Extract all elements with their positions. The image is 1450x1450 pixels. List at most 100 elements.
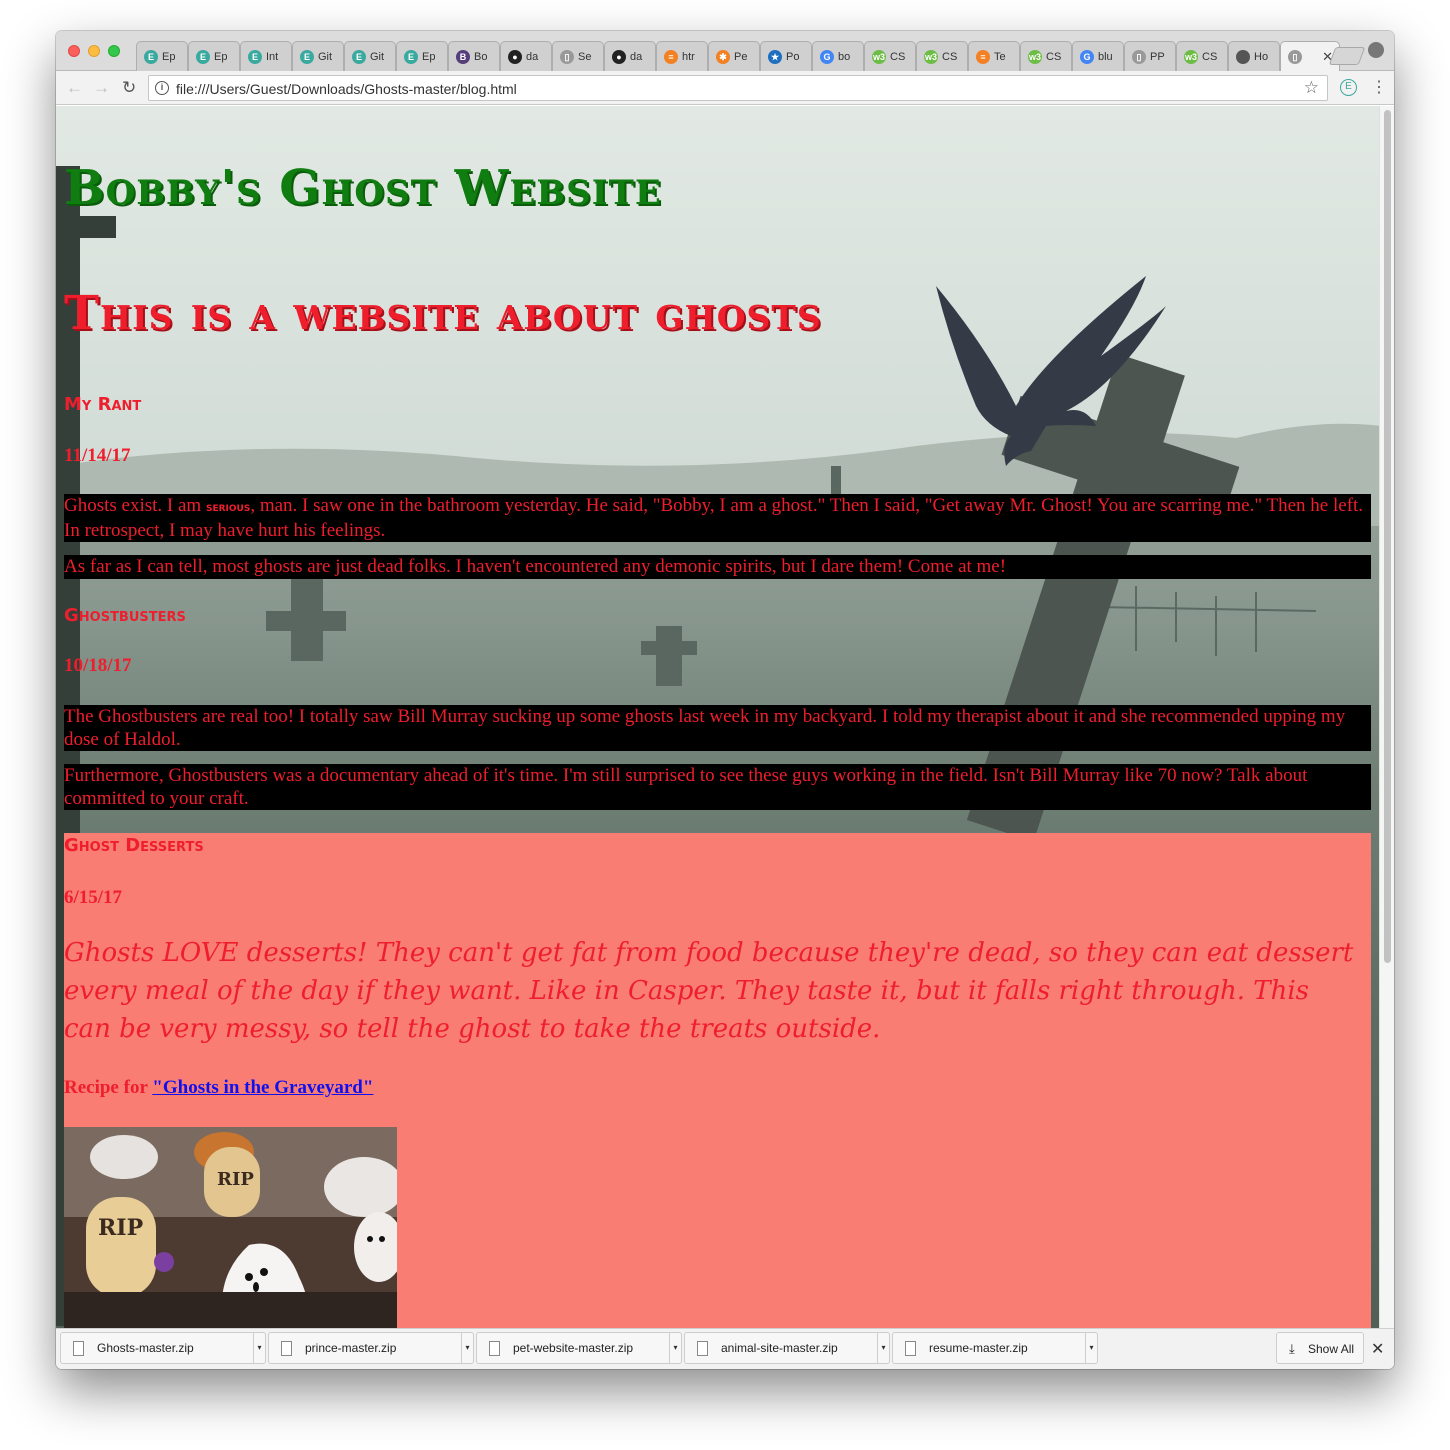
show-all-label: Show All — [1308, 1342, 1355, 1356]
back-arrow-icon[interactable]: ← — [66, 78, 83, 98]
browser-tab[interactable]: ● da — [500, 41, 552, 71]
tab-label: htr — [682, 50, 695, 63]
stackoverflow-icon: ≡ — [664, 49, 678, 64]
tab-label: Pe — [734, 50, 748, 63]
stackoverflow-icon: ≡ — [976, 49, 990, 64]
post-paragraph: As far as I can tell, most ghosts are ju… — [64, 555, 1371, 579]
download-item[interactable]: prince-master.zip ▾ — [268, 1332, 474, 1364]
w3-icon: w3 — [1184, 49, 1198, 64]
rip-text: RIP — [98, 1215, 143, 1241]
e-icon: E — [300, 49, 314, 64]
tab-label: CS — [942, 50, 958, 63]
download-item[interactable]: Ghosts-master.zip ▾ — [60, 1332, 266, 1364]
browser-tab[interactable]: E Ep — [396, 41, 448, 71]
recipe-label: Recipe for — [64, 1077, 153, 1098]
post-text: , man. I saw one in the bathroom yesterd… — [64, 495, 1364, 541]
tab-label: Bo — [474, 50, 488, 63]
file-icon — [73, 1341, 84, 1356]
profile-icon[interactable] — [1368, 42, 1384, 58]
post-heading-ghostbusters: Ghostbusters — [64, 605, 186, 626]
tab-label: Po — [786, 50, 800, 63]
chevron-down-icon[interactable]: ▾ — [877, 1333, 889, 1363]
browser-tab[interactable]: E Git — [344, 41, 396, 71]
forward-arrow-icon[interactable]: → — [93, 78, 110, 98]
tab-label: Ep — [422, 50, 436, 63]
site-title: Bobby's Ghost Website — [64, 160, 662, 216]
download-filename: animal-site-master.zip — [721, 1341, 838, 1355]
w3-icon: w3 — [872, 49, 886, 64]
browser-tab[interactable]: Gbo — [812, 41, 864, 71]
google-icon: G — [820, 49, 834, 64]
browser-tab[interactable]: w3 CS — [1176, 41, 1228, 71]
tab-label: Se — [578, 50, 592, 63]
show-all-downloads-button[interactable]: ⤓ Show All — [1276, 1332, 1364, 1364]
browser-tab[interactable]: ≡ Te — [968, 41, 1020, 71]
browser-tab[interactable]: Gblu — [1072, 41, 1124, 71]
tab-label: da — [526, 50, 539, 63]
browser-tab[interactable]: Ho — [1228, 41, 1280, 71]
post-text: Ghosts exist. I am — [64, 495, 206, 516]
close-downloads-bar-icon[interactable]: ✕ — [1371, 1339, 1384, 1359]
browser-tab[interactable]: ≡ htr — [656, 41, 708, 71]
browser-tab[interactable]: E Int — [240, 41, 292, 71]
post-paragraph: Ghosts exist. I am serious, man. I saw o… — [64, 494, 1371, 542]
browser-tab[interactable]: w3 CS — [916, 41, 968, 71]
browser-tab[interactable]: ▯ PP — [1124, 41, 1176, 71]
download-icon: ⤓ — [1289, 1341, 1295, 1356]
info-icon[interactable]: i — [155, 81, 169, 95]
post-date-desserts: 6/15/17 — [64, 887, 123, 908]
emphasis-text: serious — [205, 500, 251, 515]
browser-tab[interactable]: ✱ Pe — [708, 41, 760, 71]
browser-tab[interactable]: ● da — [604, 41, 656, 71]
download-item[interactable]: resume-master.zip ▾ — [892, 1332, 1098, 1364]
tab-label: blu — [1098, 50, 1113, 63]
scrollbar-thumb[interactable] — [1384, 110, 1391, 963]
asterisk-icon: ✱ — [716, 49, 730, 64]
browser-tab[interactable]: E Ep — [188, 41, 240, 71]
extension-icon[interactable]: E — [1340, 79, 1357, 96]
maximize-window-button[interactable] — [108, 45, 120, 57]
download-filename: pet-website-master.zip — [513, 1341, 634, 1355]
file-icon — [281, 1341, 292, 1356]
new-tab-button[interactable] — [1328, 47, 1366, 65]
download-item[interactable]: animal-site-master.zip ▾ — [684, 1332, 890, 1364]
tab-list: E Ep E Ep E Int E Git E Git E Ep B Bo ● da ▯ Se ● da ≡ htr ✱ Pe… — [136, 41, 1340, 71]
reload-icon[interactable]: ↻ — [122, 78, 136, 98]
address-bar[interactable]: i file:///Users/Guest/Downloads/Ghosts-m… — [148, 75, 1328, 101]
e-icon: E — [352, 49, 366, 64]
url-text[interactable]: file:///Users/Guest/Downloads/Ghosts-mas… — [176, 81, 517, 97]
browser-tab[interactable]: E Git — [292, 41, 344, 71]
tab-label: Int — [266, 50, 279, 63]
file-icon — [489, 1341, 500, 1356]
close-window-button[interactable] — [68, 45, 80, 57]
browser-tab[interactable]: B Bo — [448, 41, 500, 71]
menu-dots-icon[interactable]: ⋮ — [1371, 77, 1387, 97]
chevron-down-icon[interactable]: ▾ — [1085, 1333, 1097, 1363]
browser-tab[interactable]: w3 CS — [864, 41, 916, 71]
tab-label: PP — [1150, 50, 1165, 63]
file-icon — [905, 1341, 916, 1356]
tab-label: CS — [1202, 50, 1218, 63]
chevron-down-icon[interactable]: ▾ — [253, 1333, 265, 1363]
post-paragraph: Ghosts LOVE desserts! They can't get fat… — [64, 938, 1354, 1044]
post-heading-rant: My Rant — [64, 394, 142, 415]
post-heading-desserts: Ghost Desserts — [64, 835, 204, 856]
page-scrollbar[interactable] — [1379, 106, 1394, 1328]
browser-toolbar: ← → ↻ i file:///Users/Guest/Downloads/Gh… — [56, 71, 1394, 105]
minimize-window-button[interactable] — [88, 45, 100, 57]
chevron-down-icon[interactable]: ▾ — [461, 1333, 473, 1363]
download-item[interactable]: pet-website-master.zip ▾ — [476, 1332, 682, 1364]
browser-tab[interactable]: ★ Po — [760, 41, 812, 71]
file-icon — [697, 1341, 708, 1356]
browser-tab[interactable]: ▯ Se — [552, 41, 604, 71]
tab-label: Ep — [214, 50, 228, 63]
download-filename: Ghosts-master.zip — [97, 1341, 194, 1355]
tab-strip: E Ep E Ep E Int E Git E Git E Ep B Bo ● da ▯ Se ● da ≡ htr ✱ Pe… — [56, 31, 1394, 71]
recipe-link[interactable]: "Ghosts in the Graveyard" — [152, 1077, 373, 1098]
google-icon: G — [1080, 49, 1094, 64]
chevron-down-icon[interactable]: ▾ — [669, 1333, 681, 1363]
browser-tab[interactable]: w3 CS — [1020, 41, 1072, 71]
bookmark-star-icon[interactable]: ☆ — [1304, 78, 1319, 98]
browser-tab[interactable]: E Ep — [136, 41, 188, 71]
tab-label: Git — [370, 50, 385, 63]
